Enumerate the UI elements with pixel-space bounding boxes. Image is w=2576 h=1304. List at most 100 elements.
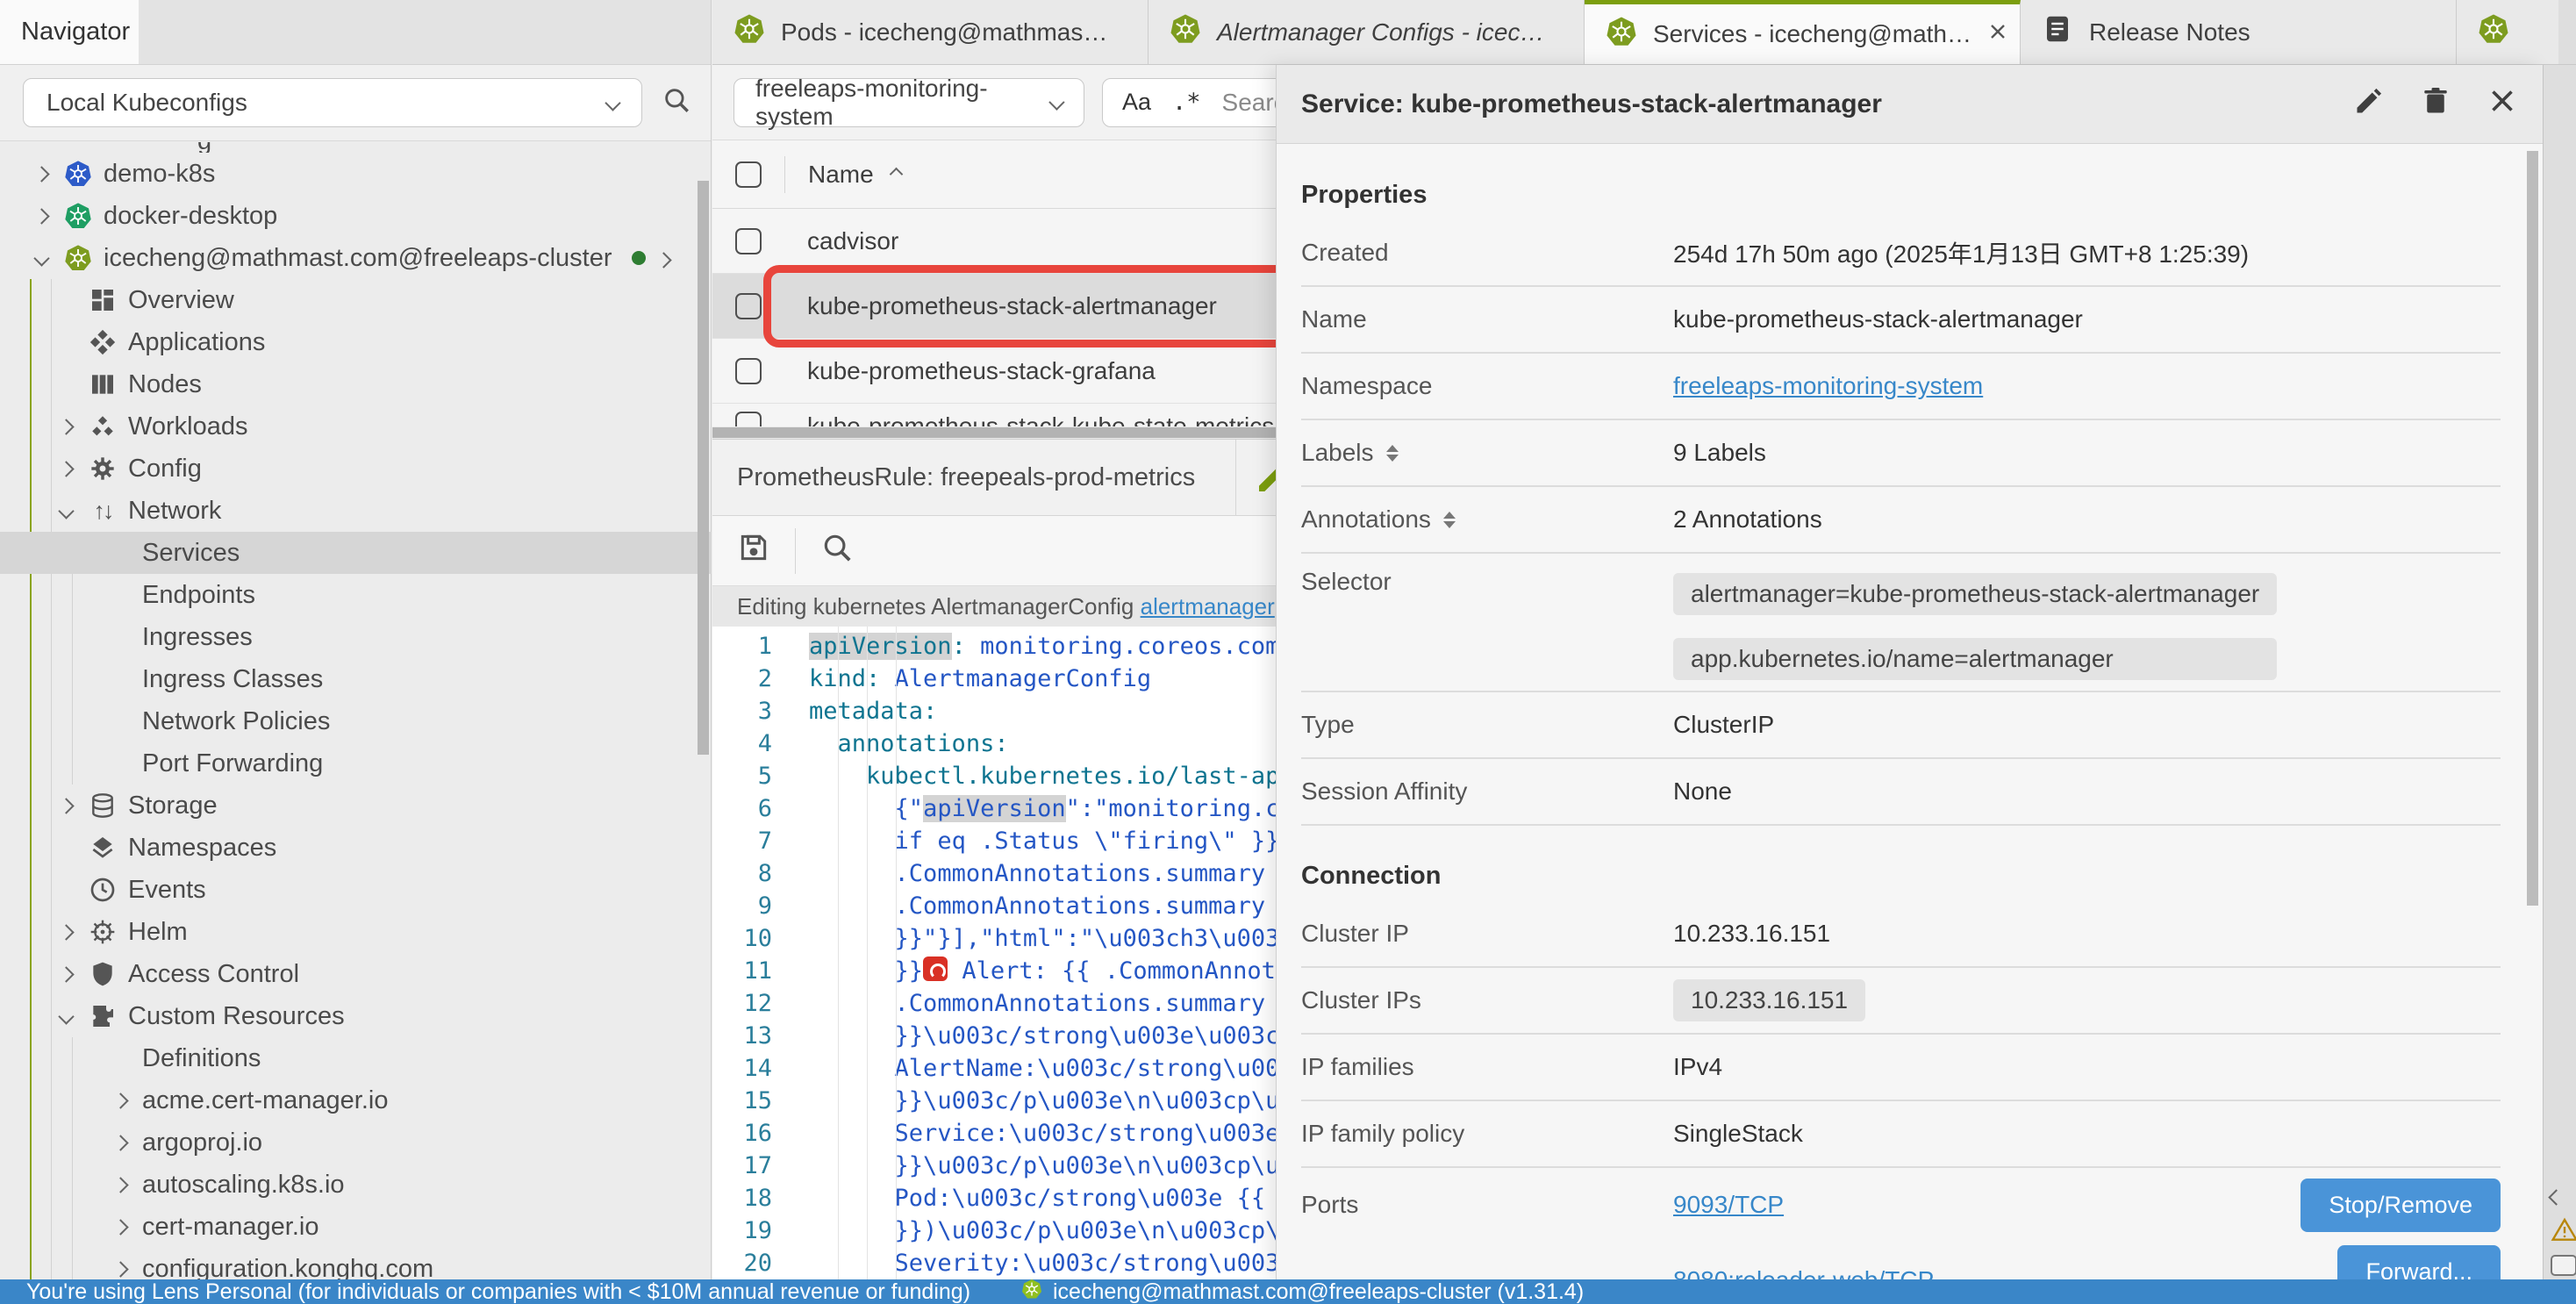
chevron-right-icon[interactable] bbox=[112, 1219, 128, 1235]
row-checkbox[interactable] bbox=[735, 228, 762, 254]
line-number: 3 bbox=[712, 695, 797, 727]
sidebar-item-docker-desktop[interactable]: docker-desktop bbox=[0, 195, 712, 237]
service-name: kube-prometheus-stack-alertmanager bbox=[807, 292, 1217, 320]
edit-pencil-icon[interactable] bbox=[2353, 85, 2385, 124]
tab-partial[interactable] bbox=[2457, 0, 2558, 64]
editing-banner-link[interactable]: alertmanager bbox=[1141, 593, 1275, 620]
tab-alertmanager-configs[interactable]: Alertmanager Configs - icec… bbox=[1148, 0, 1585, 64]
search-icon[interactable] bbox=[662, 85, 691, 121]
tab-pods[interactable]: Pods - icecheng@mathmas… bbox=[712, 0, 1148, 64]
line-content: annotations: bbox=[797, 727, 1009, 760]
sidebar-item-access-control[interactable]: Access Control bbox=[0, 953, 712, 995]
chevron-right-icon[interactable] bbox=[33, 208, 49, 224]
sidebar-item-config[interactable]: Config bbox=[0, 448, 712, 490]
kubernetes-icon bbox=[58, 200, 98, 232]
sidebar-item-cert-manager-io[interactable]: cert-manager.io bbox=[0, 1206, 712, 1248]
namespace-link[interactable]: freeleaps-monitoring-system bbox=[1673, 372, 1983, 400]
sidebar-item-network-policies[interactable]: Network Policies bbox=[0, 700, 712, 742]
chevron-right-icon[interactable] bbox=[112, 1261, 128, 1277]
sidebar-item-definitions[interactable]: Definitions bbox=[0, 1037, 712, 1079]
chevron-down-icon[interactable] bbox=[58, 1008, 74, 1024]
tab-release-notes[interactable]: Release Notes bbox=[2021, 0, 2457, 64]
sidebar-item-services[interactable]: Services bbox=[0, 532, 712, 574]
events-icon bbox=[82, 874, 123, 906]
chevron-right-icon[interactable] bbox=[58, 419, 74, 434]
sort-updown-icon[interactable] bbox=[1443, 512, 1456, 528]
select-all-checkbox[interactable] bbox=[735, 161, 762, 188]
row-checkbox[interactable] bbox=[735, 358, 762, 384]
sidebar-item-endpoints[interactable]: Endpoints bbox=[0, 574, 712, 616]
sidebar-scrollbar[interactable] bbox=[698, 181, 709, 755]
chevron-right-icon[interactable] bbox=[58, 966, 74, 982]
kubernetes-icon bbox=[58, 242, 98, 274]
kubernetes-icon bbox=[1606, 16, 1637, 54]
sidebar-item-label: autoscaling.k8s.io bbox=[137, 1171, 345, 1200]
cluster-tree: g demo-k8sdocker-desktopicecheng@mathmas… bbox=[0, 142, 712, 1279]
chevron-down-icon[interactable] bbox=[58, 503, 74, 519]
sidebar-item-argoproj-io[interactable]: argoproj.io bbox=[0, 1121, 712, 1164]
delete-trash-icon[interactable] bbox=[2420, 85, 2451, 124]
sidebar-item-acme-cert-manager-io[interactable]: acme.cert-manager.io bbox=[0, 1079, 712, 1121]
chevron-down-icon[interactable] bbox=[33, 250, 49, 266]
drawer-scrollbar[interactable] bbox=[2527, 151, 2538, 906]
match-case-icon[interactable]: Aa bbox=[1122, 89, 1151, 116]
indent-guide bbox=[838, 627, 839, 1279]
sidebar-item-helm[interactable]: Helm bbox=[0, 911, 712, 953]
sidebar-item-network[interactable]: ↑↓Network bbox=[0, 490, 712, 532]
sidebar-item-label: Events bbox=[123, 876, 206, 905]
chevron-right-icon[interactable] bbox=[112, 1093, 128, 1108]
sidebar-item-configuration-konghq-com[interactable]: configuration.konghq.com bbox=[0, 1248, 712, 1279]
sidebar-item-events[interactable]: Events bbox=[0, 869, 712, 911]
namespace-select[interactable]: freeleaps-monitoring-system bbox=[733, 78, 1084, 127]
sidebar-item-ingress-classes[interactable]: Ingress Classes bbox=[0, 658, 712, 700]
stop-remove-button[interactable]: Stop/Remove bbox=[2301, 1179, 2501, 1232]
port-link-9093-tcp[interactable]: 9093/TCP bbox=[1673, 1191, 1934, 1219]
sort-updown-icon[interactable] bbox=[1386, 445, 1399, 462]
chevron-right-icon[interactable] bbox=[112, 1135, 128, 1150]
name-column-header[interactable]: Name bbox=[808, 161, 874, 189]
chevron-right-icon[interactable] bbox=[112, 1177, 128, 1193]
chevron-right-icon[interactable] bbox=[58, 798, 74, 813]
close-icon[interactable] bbox=[2487, 85, 2518, 124]
forward-button[interactable]: Forward... bbox=[2337, 1245, 2501, 1279]
sidebar-item-overview[interactable]: Overview bbox=[0, 279, 712, 321]
tab-label: Release Notes bbox=[2089, 18, 2250, 47]
sort-ascending-icon[interactable] bbox=[889, 168, 903, 182]
kubernetes-icon bbox=[733, 13, 765, 51]
chevron-right-icon[interactable] bbox=[58, 461, 74, 476]
find-icon[interactable] bbox=[820, 531, 854, 570]
panel-widget-icon[interactable] bbox=[2551, 1255, 2576, 1276]
save-icon[interactable] bbox=[737, 531, 770, 570]
row-checkbox[interactable] bbox=[735, 412, 762, 426]
sidebar-item-demo-k8s[interactable]: demo-k8s bbox=[0, 153, 712, 195]
line-number: 12 bbox=[712, 987, 797, 1020]
sidebar-item-icecheng-mathmast-com-freeleaps-cluster[interactable]: icecheng@mathmast.com@freeleaps-cluster bbox=[0, 237, 712, 279]
sidebar-item-namespaces[interactable]: Namespaces bbox=[0, 827, 712, 869]
kubeconfig-select[interactable]: Local Kubeconfigs bbox=[23, 78, 642, 127]
sidebar-item-autoscaling-k8s-io[interactable]: autoscaling.k8s.io bbox=[0, 1164, 712, 1206]
service-name: kube-prometheus-stack-grafana bbox=[807, 357, 1156, 385]
port-link-8080-reloader-web-tcp[interactable]: 8080:reloader-web/TCP bbox=[1673, 1266, 1934, 1279]
sidebar-item-label: Helm bbox=[123, 918, 188, 947]
tab-services[interactable]: Services - icecheng@math… bbox=[1585, 0, 2021, 64]
sidebar-item-storage[interactable]: Storage bbox=[0, 785, 712, 827]
chevron-right-icon[interactable] bbox=[58, 924, 74, 940]
sidebar-item-custom-resources[interactable]: Custom Resources bbox=[0, 995, 712, 1037]
chevron-right-icon[interactable] bbox=[658, 244, 669, 273]
property-value: 254d 17h 50m ago (2025年1月13日 GMT+8 1:25:… bbox=[1673, 235, 2249, 270]
chevron-right-icon[interactable] bbox=[33, 166, 49, 182]
indent-guide bbox=[896, 627, 897, 1279]
sidebar-item-workloads[interactable]: Workloads bbox=[0, 405, 712, 448]
chevron-left-icon[interactable] bbox=[2551, 1181, 2562, 1209]
tab-bar: Pods - icecheng@mathmas… Alertmanager Co… bbox=[712, 0, 2576, 65]
namespace-select-value: freeleaps-monitoring-system bbox=[755, 75, 1051, 131]
config-icon bbox=[82, 453, 123, 484]
sidebar-item-ingresses[interactable]: Ingresses bbox=[0, 616, 712, 658]
close-tab-icon[interactable] bbox=[1987, 20, 2008, 48]
sidebar-item-nodes[interactable]: Nodes bbox=[0, 363, 712, 405]
sidebar-item-port-forwarding[interactable]: Port Forwarding bbox=[0, 742, 712, 785]
row-checkbox[interactable] bbox=[735, 293, 762, 319]
sidebar-item-applications[interactable]: Applications bbox=[0, 321, 712, 363]
regex-icon[interactable]: .* bbox=[1172, 89, 1201, 116]
drawer-row-created: Created254d 17h 50m ago (2025年1月13日 GMT+… bbox=[1301, 220, 2501, 287]
